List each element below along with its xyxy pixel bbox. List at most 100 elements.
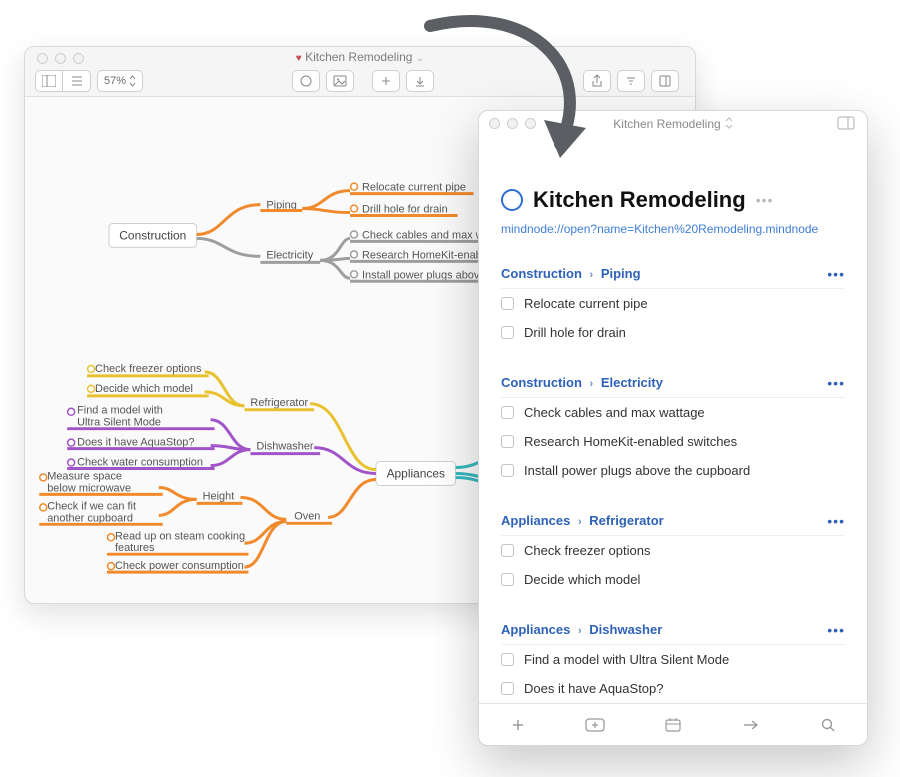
task-icon-button[interactable]	[292, 70, 320, 92]
calendar-button[interactable]	[657, 713, 689, 737]
new-todo-button[interactable]	[502, 713, 534, 737]
task-row[interactable]: Find a model with Ultra Silent Mode	[501, 645, 845, 674]
window-title-row: ♥ Kitchen Remodeling ⌄	[25, 50, 695, 64]
heading-construction-piping[interactable]: Construction › Piping •••	[501, 266, 845, 289]
leaf-check-freezer[interactable]: Check freezer options	[95, 363, 202, 375]
leaf-steam-cooking-l1[interactable]: Read up on steam cooking	[115, 530, 245, 542]
task-checkbox[interactable]	[501, 682, 514, 695]
heading-path-b: Refrigerator	[589, 513, 663, 528]
close-dot[interactable]	[489, 118, 500, 129]
things-traffic-lights	[489, 118, 536, 129]
node-refrigerator[interactable]: Refrigerator	[250, 397, 308, 409]
plus-icon-button[interactable]	[372, 70, 400, 92]
leaf-aquastop[interactable]: Does it have AquaStop?	[77, 437, 194, 449]
heading-menu-icon[interactable]: •••	[827, 266, 845, 282]
project-menu-icon[interactable]: •••	[756, 192, 774, 208]
task-row[interactable]: Relocate current pipe	[501, 289, 845, 318]
heading-path-b: Dishwasher	[589, 622, 662, 637]
leaf-water-cons[interactable]: Check water consumption	[77, 457, 203, 469]
things-window: Kitchen Remodeling Kitchen Remodeling ••…	[478, 110, 868, 746]
task-row[interactable]: Drill hole for drain	[501, 318, 845, 347]
things-titlebar: Kitchen Remodeling	[479, 111, 867, 137]
image-icon-button[interactable]	[326, 70, 354, 92]
document-title: Kitchen Remodeling	[305, 50, 412, 64]
task-checkbox[interactable]	[501, 573, 514, 586]
task-checkbox[interactable]	[501, 544, 514, 557]
heading-appliances-refrigerator[interactable]: Appliances › Refrigerator •••	[501, 513, 845, 536]
task-row[interactable]: Install power plugs above the cupboard	[501, 456, 845, 485]
task-title: Install power plugs above the cupboard	[524, 463, 750, 478]
task-row[interactable]: Does it have AquaStop?	[501, 674, 845, 703]
heading-path-a: Appliances	[501, 513, 570, 528]
favorite-icon: ♥	[296, 53, 302, 64]
leaf-drill-hole[interactable]: Drill hole for drain	[362, 204, 448, 216]
filter-icon-button[interactable]	[617, 70, 645, 92]
project-title[interactable]: Kitchen Remodeling	[533, 187, 746, 213]
heading-menu-icon[interactable]: •••	[827, 375, 845, 391]
task-checkbox[interactable]	[501, 464, 514, 477]
mindnode-titlebar: ♥ Kitchen Remodeling ⌄ 57%	[25, 47, 695, 97]
leaf-fit-cupboard-l1[interactable]: Check if we can fit	[47, 500, 136, 512]
title-dropdown-chevron-icon[interactable]: ⌄	[416, 53, 424, 64]
share-icon-button[interactable]	[583, 70, 611, 92]
zoom-dot[interactable]	[525, 118, 536, 129]
node-electricity[interactable]: Electricity	[266, 249, 313, 261]
outline-view-button[interactable]	[35, 70, 63, 92]
node-oven[interactable]: Oven	[294, 510, 320, 522]
task-checkbox[interactable]	[501, 406, 514, 419]
leaf-measure-space-l2: below microwave	[47, 482, 131, 494]
task-row[interactable]: Check cables and max wattage	[501, 398, 845, 427]
task-checkbox[interactable]	[501, 435, 514, 448]
task-checkbox[interactable]	[501, 297, 514, 310]
toolbar-center-group	[292, 70, 440, 92]
node-appliances[interactable]: Appliances	[387, 466, 445, 480]
task-title: Check freezer options	[524, 543, 650, 558]
heading-construction-electricity[interactable]: Construction › Electricity •••	[501, 375, 845, 398]
leaf-measure-space-l1[interactable]: Measure space	[47, 470, 122, 482]
heading-menu-icon[interactable]: •••	[827, 513, 845, 529]
sidebar-toggle-icon[interactable]	[837, 116, 857, 132]
heading-path-a: Construction	[501, 375, 582, 390]
task-title: Does it have AquaStop?	[524, 681, 664, 696]
zoom-level-stepper[interactable]: 57%	[97, 70, 143, 92]
leaf-decide-model[interactable]: Decide which model	[95, 383, 193, 395]
heading-path-b: Electricity	[601, 375, 663, 390]
move-button[interactable]	[735, 713, 767, 737]
leaf-power-cons[interactable]: Check power consumption	[115, 560, 244, 572]
heading-appliances-dishwasher[interactable]: Appliances › Dishwasher •••	[501, 622, 845, 645]
heading-menu-icon[interactable]: •••	[827, 622, 845, 638]
things-toolbar	[479, 703, 867, 745]
leaf-relocate-pipe[interactable]: Relocate current pipe	[362, 182, 466, 194]
things-window-title: Kitchen Remodeling	[613, 117, 720, 131]
project-header: Kitchen Remodeling •••	[501, 187, 845, 213]
stepper-arrows-icon	[129, 75, 136, 87]
chevron-right-icon: ›	[578, 516, 582, 528]
title-sort-chevron-icon[interactable]	[725, 117, 733, 132]
task-checkbox[interactable]	[501, 653, 514, 666]
task-row[interactable]: Check freezer options	[501, 536, 845, 565]
mindmap-view-button[interactable]	[63, 70, 91, 92]
task-checkbox[interactable]	[501, 326, 514, 339]
new-heading-button[interactable]	[579, 713, 611, 737]
download-icon-button[interactable]	[406, 70, 434, 92]
chevron-right-icon: ›	[590, 269, 594, 281]
node-dishwasher[interactable]: Dishwasher	[256, 441, 313, 453]
project-notes-link[interactable]: mindnode://open?name=Kitchen%20Remodelin…	[501, 221, 845, 238]
leaf-ultra-silent-l1[interactable]: Find a model with	[77, 405, 163, 417]
inspector-icon-button[interactable]	[651, 70, 679, 92]
task-row[interactable]: Decide which model	[501, 565, 845, 594]
task-row[interactable]: Research HomeKit-enabled switches	[501, 427, 845, 456]
leaf-steam-cooking-l2: features	[115, 542, 155, 554]
minimize-dot[interactable]	[507, 118, 518, 129]
task-title: Relocate current pipe	[524, 296, 648, 311]
chevron-right-icon: ›	[578, 625, 582, 637]
task-title: Find a model with Ultra Silent Mode	[524, 652, 729, 667]
task-title: Drill hole for drain	[524, 325, 626, 340]
leaf-ultra-silent-l2: Ultra Silent Mode	[77, 417, 161, 429]
heading-path-a: Construction	[501, 266, 582, 281]
node-construction[interactable]: Construction	[119, 228, 186, 242]
project-progress-circle-icon[interactable]	[501, 189, 523, 211]
search-button[interactable]	[812, 713, 844, 737]
task-title: Decide which model	[524, 572, 640, 587]
node-height[interactable]: Height	[203, 490, 235, 502]
